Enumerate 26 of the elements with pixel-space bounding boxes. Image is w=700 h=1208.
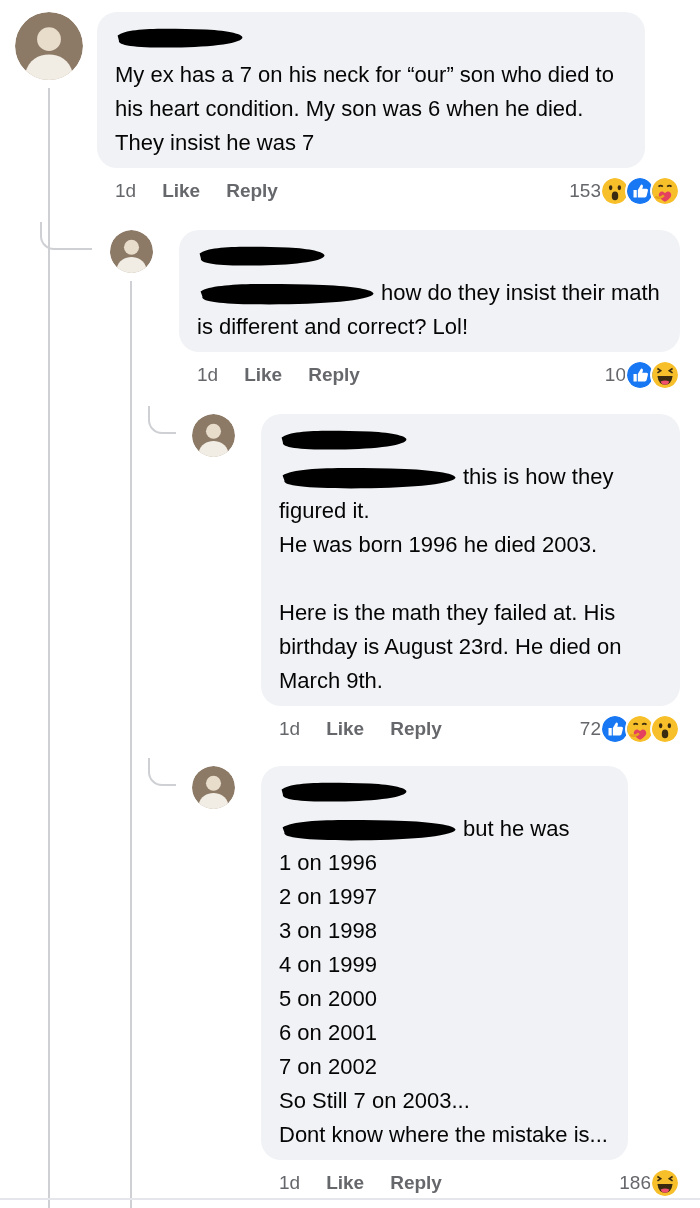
- avatar[interactable]: [191, 414, 235, 457]
- avatar[interactable]: [109, 230, 153, 273]
- action-link[interactable]: Reply: [390, 718, 442, 740]
- avatar[interactable]: [191, 766, 235, 809]
- timestamp: 1d: [279, 1172, 301, 1194]
- reaction-count: 153: [569, 180, 601, 202]
- thread-connector: [148, 406, 176, 434]
- action-link[interactable]: Like: [326, 718, 365, 740]
- timestamp: 1d: [279, 718, 301, 740]
- action-link[interactable]: Reply: [226, 180, 278, 202]
- comment-text: how do they insist their math is different and correct? Lol!: [197, 280, 660, 339]
- action-link[interactable]: Reply: [390, 1172, 442, 1194]
- reaction-count: 72: [579, 718, 601, 740]
- timestamp: 1d: [115, 180, 137, 202]
- comment-text: but he was 1 on 1996 2 on 1997 3 on 1998 4 on 1999 5 on 2000 6 on 2001 7 on 2002 So Still 7 on 2003... Dont know where the mistake is...: [279, 816, 608, 1147]
- timestamp: 1d: [197, 364, 219, 386]
- action-link[interactable]: Like: [162, 180, 201, 202]
- reaction-count: 186: [619, 1172, 651, 1194]
- action-link[interactable]: Reply: [308, 364, 360, 386]
- reaction-count: 10: [604, 364, 626, 386]
- comment-text: My ex has a 7 on his neck for “our” son who died to his heart condition. My son was 6 when he died. They insist he was 7: [115, 62, 614, 155]
- avatar[interactable]: [15, 12, 83, 80]
- action-link[interactable]: Like: [326, 1172, 365, 1194]
- comment-text: this is how they figured it. He was born 1996 he died 2003. Here is the math they failed at. His birthday is August 23rd. He died on March 9th.: [279, 464, 622, 693]
- thread-connector: [148, 758, 176, 786]
- action-link[interactable]: Like: [244, 364, 283, 386]
